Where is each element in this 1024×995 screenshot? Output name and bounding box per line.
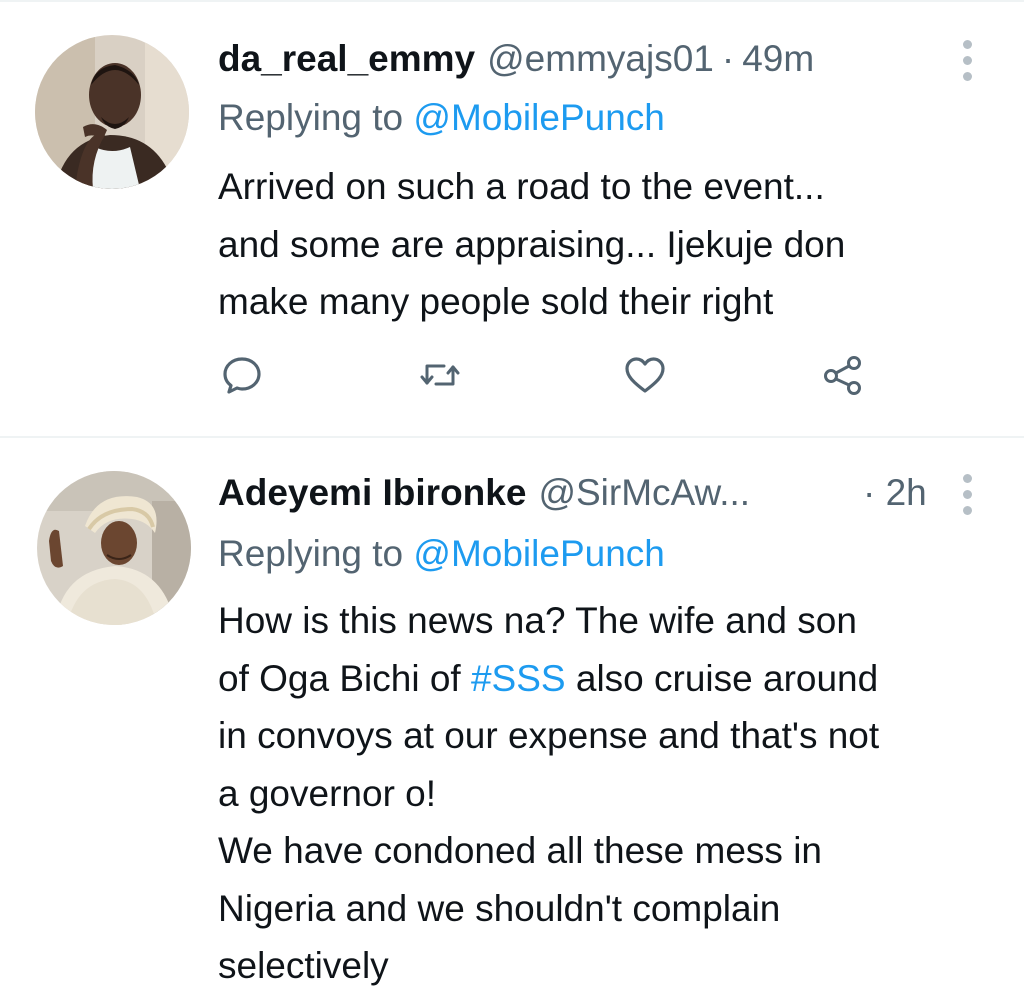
more-dot <box>962 506 972 515</box>
heart-icon <box>625 357 665 393</box>
replying-to: Replying to @MobilePunch <box>218 97 665 139</box>
action-bar <box>0 352 1024 402</box>
text-segment: also cruise around <box>565 657 879 699</box>
tweet-text-line: and some are appraising... Ijekuje don <box>218 223 846 265</box>
speech-bubble-icon <box>223 357 261 394</box>
tweet-text-line: in convoys at our expense and that's not <box>218 707 1008 765</box>
timestamp[interactable]: 2h <box>886 472 927 513</box>
user-handle[interactable]: @emmyajs01 <box>487 38 714 80</box>
reply-button[interactable] <box>219 352 265 398</box>
mention-link[interactable]: @MobilePunch <box>413 97 664 138</box>
more-dot <box>962 72 972 81</box>
avatar[interactable] <box>35 35 189 189</box>
text-segment: selectively <box>218 945 389 986</box>
tweet-text-line: Nigeria and we shouldn't complain <box>218 880 1008 938</box>
tweet-text-line: selectively <box>218 937 1008 995</box>
more-dot <box>962 490 972 499</box>
replying-to-label: Replying to <box>218 533 414 574</box>
retweet-arrows-icon <box>420 364 460 386</box>
more-dot <box>962 474 972 483</box>
share-nodes-icon <box>824 356 861 395</box>
avatar[interactable] <box>37 471 191 625</box>
more-options-button[interactable] <box>955 40 979 81</box>
tweet-text: How is this news na? The wife and son of… <box>218 592 1008 995</box>
tweet-text-line: We have condoned all these mess in <box>218 822 1008 880</box>
separator-dot: · <box>721 38 735 79</box>
timestamp[interactable]: 49m <box>742 38 814 80</box>
tweet-text-line: a governor o! <box>218 765 1008 823</box>
tweet-text-line: Arrived on such a road to the event... <box>218 166 825 207</box>
display-name[interactable]: Adeyemi Ibironke <box>218 472 526 514</box>
hashtag-link[interactable]: #SSS <box>471 658 566 699</box>
avatar-photo-icon <box>35 35 189 189</box>
text-segment: We have condoned all these mess in <box>218 830 823 871</box>
text-segment: How is this news na? The wife and son <box>218 600 857 641</box>
mention-link[interactable]: @MobilePunch <box>413 533 664 574</box>
replying-to: Replying to @MobilePunch <box>218 533 665 575</box>
separator-dot: · <box>863 472 876 513</box>
text-segment: a governor o! <box>218 772 437 814</box>
text-segment: in convoys at our expense and that's not <box>218 715 880 756</box>
like-button[interactable] <box>622 352 668 398</box>
avatar-photo-icon <box>37 471 191 625</box>
tweet-text-line: How is this news na? The wife and son <box>218 592 1008 650</box>
text-segment: Nigeria and we shouldn't complain <box>218 887 781 929</box>
user-handle[interactable]: @SirMcAw... <box>538 472 750 514</box>
display-name[interactable]: da_real_emmy <box>218 38 475 80</box>
more-dot <box>962 56 972 65</box>
tweet-text-line: of Oga Bichi of #SSS also cruise around <box>218 650 1008 708</box>
tweet-text: Arrived on such a road to the event... a… <box>218 158 1008 331</box>
text-segment: of Oga Bichi of <box>218 657 471 699</box>
timestamp-wrap: · 2h <box>863 472 940 514</box>
tweet-reply[interactable]: da_real_emmy @emmyajs01 · 49m Replying t… <box>0 0 1024 437</box>
retweet-button[interactable] <box>417 352 463 398</box>
tweet-text-line: make many people sold their right <box>218 281 774 322</box>
share-button[interactable] <box>820 352 866 398</box>
replying-to-label: Replying to <box>218 97 414 138</box>
tweet-reply[interactable]: Adeyemi Ibironke @SirMcAw... · 2h Replyi… <box>0 438 1024 987</box>
tweet-header: da_real_emmy @emmyajs01 · 49m <box>218 38 814 88</box>
more-dot <box>962 40 972 49</box>
tweet-header: Adeyemi Ibironke @SirMcAw... · 2h <box>218 472 938 522</box>
more-options-button[interactable] <box>955 474 979 515</box>
